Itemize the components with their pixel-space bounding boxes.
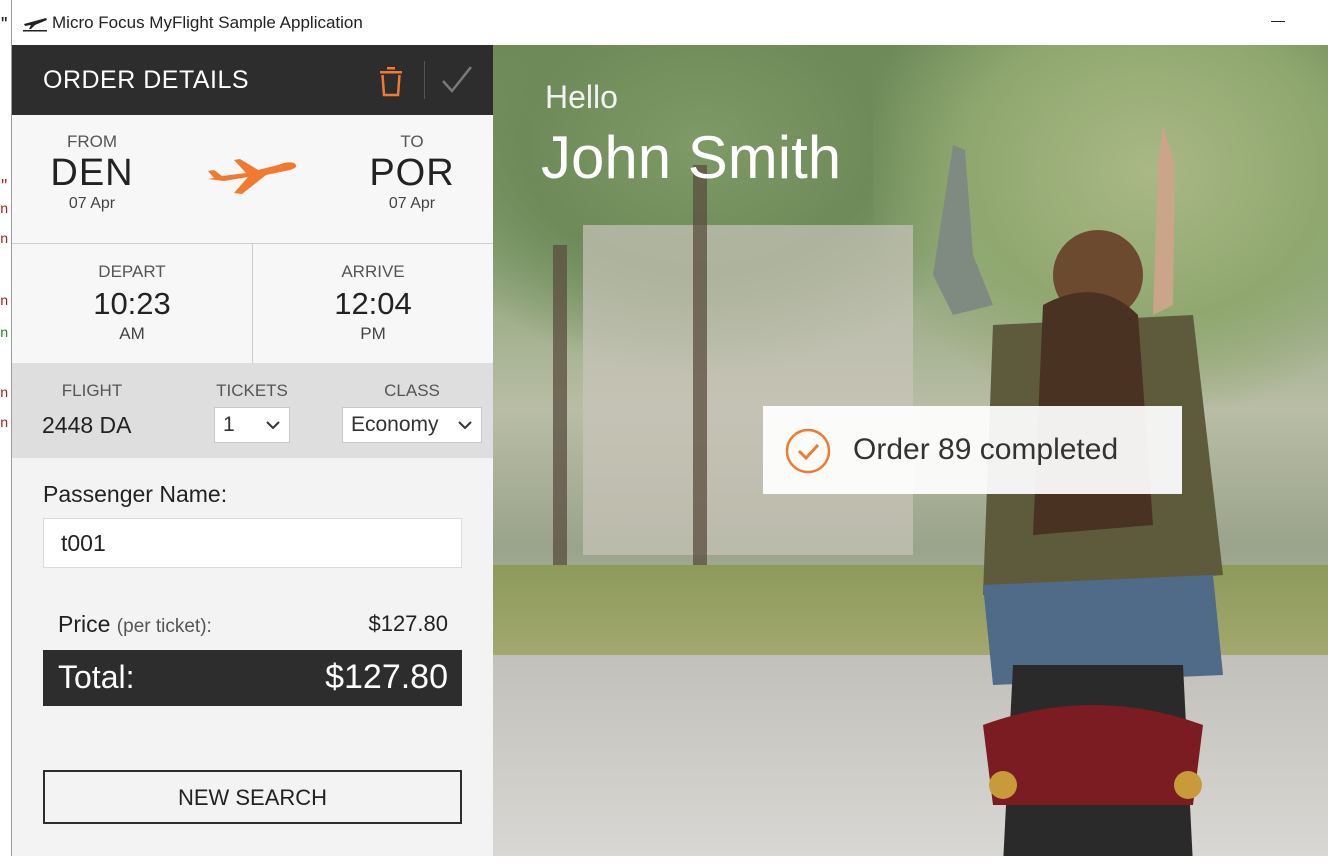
header-divider: [424, 61, 425, 99]
passenger-name-field[interactable]: t001: [43, 518, 462, 568]
class-block: CLASS Economy: [342, 381, 482, 443]
route-section: FROM DEN 07 Apr TO POR 07 Apr: [12, 115, 493, 244]
tickets-label: TICKETS: [216, 381, 288, 400]
app-window: Micro Focus MyFlight Sample Application …: [11, 0, 1328, 856]
confirm-check-icon[interactable]: [440, 63, 474, 97]
order-details-title: ORDER DETAILS: [43, 66, 250, 94]
arrive-ampm: PM: [360, 324, 386, 343]
tickets-select-value: 1: [223, 413, 235, 436]
depart-time: 10:23: [93, 286, 171, 321]
new-search-button[interactable]: NEW SEARCH: [43, 770, 462, 824]
toast-message: Order 89 completed: [853, 433, 1119, 466]
from-block: FROM DEN 07 Apr: [32, 132, 152, 213]
photo-tree-trunk: [693, 165, 707, 585]
to-label: TO: [400, 132, 424, 151]
arrive-block: ARRIVE 12:04 PM: [253, 262, 493, 344]
order-completed-toast: Order 89 completed: [763, 406, 1182, 494]
title-bar: Micro Focus MyFlight Sample Application: [12, 0, 1328, 45]
flight-block: FLIGHT 2448 DA: [42, 381, 142, 439]
class-label: CLASS: [384, 381, 440, 400]
flight-info-row: FLIGHT 2448 DA TICKETS 1 CLASS Economy: [12, 363, 493, 458]
depart-ampm: AM: [119, 324, 145, 343]
price-sub-label: (per ticket):: [116, 616, 212, 637]
price-label-group: Price (per ticket):: [58, 611, 212, 638]
total-value: $127.80: [325, 658, 448, 696]
depart-label: DEPART: [98, 262, 166, 281]
depart-block: DEPART 10:23 AM: [12, 262, 252, 344]
class-select[interactable]: Economy: [342, 407, 482, 443]
delete-order-trash-icon[interactable]: [376, 65, 406, 97]
check-circle-icon: [785, 428, 831, 474]
to-date: 07 Apr: [388, 195, 436, 212]
arrive-label: ARRIVE: [341, 262, 405, 281]
from-label: FROM: [66, 132, 118, 151]
flight-label: FLIGHT: [61, 381, 123, 400]
greeting-hello: Hello: [545, 79, 618, 115]
hero-photo: Hello John Smith Order 89 completed: [493, 45, 1328, 856]
to-block: TO POR 07 Apr: [352, 132, 472, 213]
tickets-select[interactable]: 1: [214, 407, 290, 443]
flight-number: 2448 DA: [42, 412, 132, 438]
chevron-down-icon: [458, 421, 472, 430]
photo-building: [583, 225, 913, 555]
from-date: 07 Apr: [68, 195, 116, 212]
from-city: DEN: [50, 152, 134, 194]
order-details-panel: ORDER DETAILS FROM DEN 07 Apr TO POR 07 …: [12, 45, 493, 856]
price-value: $127.80: [368, 611, 448, 636]
total-bar: Total: $127.80: [43, 650, 462, 706]
price-label: Price: [58, 611, 111, 637]
greeting-name: John Smith: [541, 124, 842, 191]
minimize-button[interactable]: [1265, 8, 1291, 34]
airplane-icon: [208, 159, 297, 194]
airplane-app-icon: [23, 18, 47, 32]
class-select-value: Economy: [351, 413, 439, 436]
arrive-time: 12:04: [334, 286, 412, 321]
photo-tree-trunk: [553, 245, 567, 575]
to-city: POR: [369, 152, 455, 194]
window-title: Micro Focus MyFlight Sample Application: [52, 13, 363, 32]
times-section: DEPART 10:23 AM ARRIVE 12:04 PM: [12, 244, 493, 363]
chevron-down-icon: [266, 421, 280, 430]
total-label: Total:: [58, 659, 135, 695]
order-details-header: ORDER DETAILS: [12, 45, 493, 115]
passenger-name-label: Passenger Name:: [43, 481, 228, 507]
tickets-block: TICKETS 1: [214, 381, 290, 443]
price-row: Price (per ticket): $127.80: [58, 611, 448, 641]
